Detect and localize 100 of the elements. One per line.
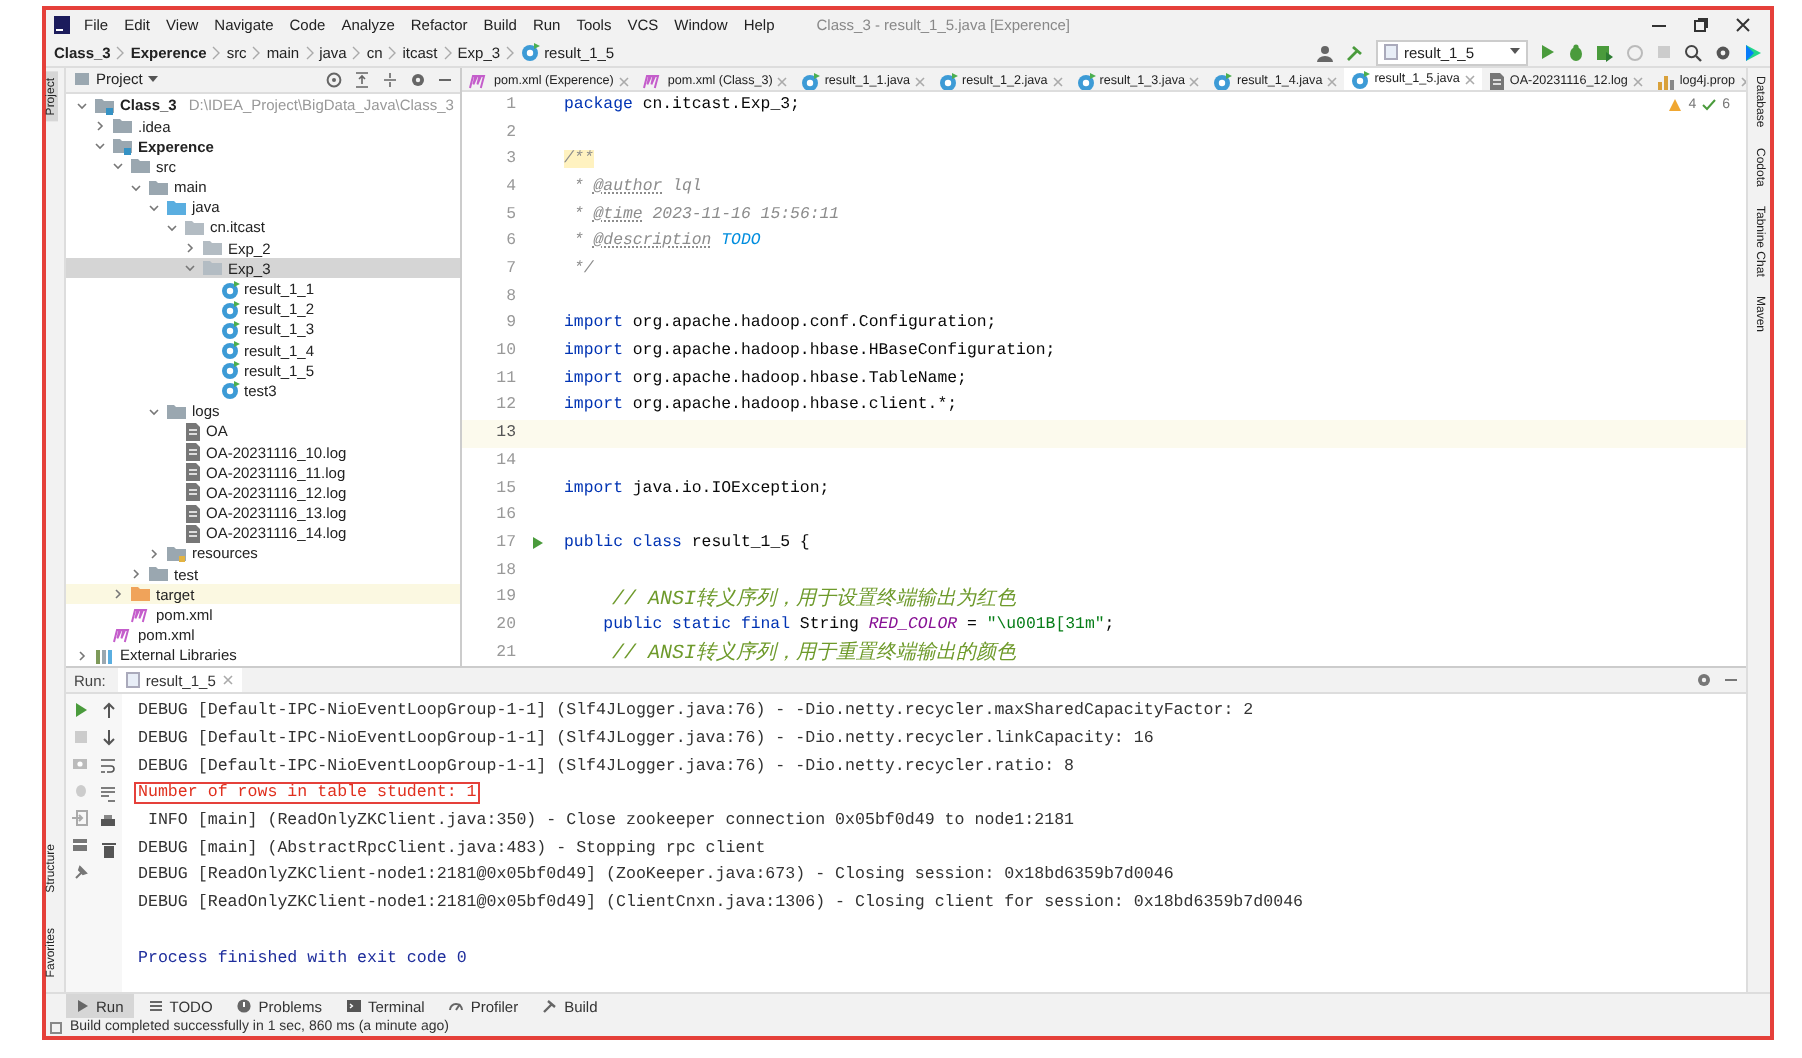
print-icon[interactable]: [100, 814, 116, 830]
chevron-right-icon: [116, 45, 125, 59]
line-number: 2: [504, 121, 518, 146]
plugin-logo-icon[interactable]: [1744, 43, 1762, 61]
console-line: DEBUG [Default-IPC-NioEventLoopGroup-1-1] (Slf4JLogger.java:76) - -Dio.netty.recycler.linkCapacity: 16: [136, 728, 1156, 751]
chevron-right-icon: [212, 45, 221, 59]
file-icon: [125, 672, 140, 688]
caret-icon: [1510, 48, 1520, 56]
maven-file-icon: [468, 72, 490, 90]
folder-icon: [130, 584, 152, 605]
settings-icon[interactable]: [410, 71, 426, 88]
file-icon: [184, 462, 202, 483]
line-number: 10: [494, 340, 518, 365]
scroll-to-end-icon[interactable]: [100, 786, 116, 802]
chevron-down-icon[interactable]: [76, 99, 88, 112]
chevron-right-icon[interactable]: [184, 242, 196, 255]
chevron-right-icon[interactable]: [76, 649, 88, 662]
console-line: DEBUG [main] (AbstractRpcClient.java:483) - Stopping rpc client: [136, 837, 768, 860]
class-icon: [220, 380, 240, 401]
chevron-right-icon: [352, 45, 361, 59]
pin-icon[interactable]: [73, 864, 87, 880]
collapse-all-icon[interactable]: [354, 71, 370, 88]
line-number: 6: [504, 230, 518, 255]
target-icon[interactable]: [326, 71, 342, 88]
module-folder-icon: [112, 136, 134, 157]
chevron-right-icon[interactable]: [148, 547, 160, 560]
chevron-down-icon[interactable]: [112, 160, 124, 173]
chevron-right-icon[interactable]: [112, 588, 124, 601]
chevron-right-icon: [252, 45, 261, 59]
code-line: import java.io.IOException;: [562, 479, 830, 498]
run-gutter-icon[interactable]: [532, 535, 544, 550]
coverage-icon[interactable]: [1596, 43, 1614, 61]
chevron-right-icon: [443, 45, 452, 59]
chevron-down-icon[interactable]: [184, 262, 196, 275]
line-number: 8: [504, 285, 518, 310]
file-icon: [184, 523, 202, 544]
check-icon: [1702, 97, 1717, 112]
code-line: * @author lql: [571, 177, 702, 196]
properties-file-icon: [1655, 71, 1676, 90]
code-line: import org.apache.hadoop.conf.Configuration;: [562, 314, 997, 333]
line-number: 9: [504, 312, 518, 337]
restore-icon[interactable]: [1694, 17, 1708, 31]
terminal-icon: [345, 998, 362, 1014]
file-icon: [184, 421, 202, 442]
up-arrow-icon[interactable]: [101, 702, 115, 718]
hammer-icon: [542, 998, 559, 1014]
search-icon[interactable]: [1684, 43, 1702, 61]
rerun-icon[interactable]: [73, 702, 87, 718]
line-number: 15: [494, 477, 518, 502]
file-icon: [184, 482, 202, 503]
line-number: 5: [504, 203, 518, 228]
chevron-down-icon[interactable]: [166, 221, 178, 234]
code-line: import org.apache.hadoop.hbase.TableName;: [562, 369, 967, 388]
class-icon: [220, 340, 240, 361]
chevron-down-icon[interactable]: [130, 181, 142, 194]
line-number: 19: [494, 586, 518, 611]
console-line: DEBUG [Default-IPC-NioEventLoopGroup-1-1] (Slf4JLogger.java:76) - -Dio.netty.recycler.maxSharedCapacityFactor: 2: [136, 700, 1256, 723]
code-line: public static final String RED_COLOR = "\u001B[31m";: [601, 615, 1115, 634]
settings-icon[interactable]: [1714, 43, 1732, 61]
line-number: 16: [494, 504, 518, 529]
package-folder-icon: [202, 258, 224, 279]
trash-icon[interactable]: [101, 842, 115, 858]
list-icon: [147, 998, 164, 1014]
panel-icon: [74, 72, 90, 87]
code-line: import org.apache.hadoop.hbase.HBaseConfiguration;: [562, 342, 1056, 361]
code-line: package cn.itcast.Exp_3;: [562, 95, 800, 114]
class-icon: [220, 360, 240, 381]
code-line: public class result_1_5 {: [562, 533, 810, 552]
soft-wrap-icon[interactable]: [100, 758, 116, 774]
library-icon: [94, 645, 116, 666]
line-number: 11: [494, 367, 518, 392]
layout-icon[interactable]: [72, 838, 88, 852]
user-icon[interactable]: [1316, 43, 1334, 61]
line-number: 20: [494, 613, 518, 638]
settings-icon[interactable]: [1696, 672, 1712, 688]
down-arrow-icon[interactable]: [101, 730, 115, 746]
app-logo-icon: [54, 15, 70, 33]
code-line: * @description TODO: [571, 232, 761, 251]
line-number: 21: [494, 641, 518, 666]
chevron-down-icon[interactable]: [94, 140, 106, 153]
package-folder-icon: [184, 217, 206, 238]
class-icon: [220, 279, 240, 300]
line-number: 14: [494, 449, 518, 474]
file-icon: [1384, 44, 1398, 60]
chevron-right-icon[interactable]: [94, 120, 106, 133]
expand-all-icon[interactable]: [382, 71, 398, 88]
bug-icon[interactable]: [1568, 43, 1584, 61]
class-icon: [220, 299, 240, 320]
run-icon[interactable]: [1540, 44, 1556, 60]
hammer-icon[interactable]: [1346, 43, 1364, 61]
chevron-down-icon[interactable]: [148, 405, 160, 418]
line-number: 7: [504, 258, 518, 283]
code-line: */: [571, 260, 594, 279]
class-icon: [520, 42, 541, 62]
chevron-down-icon[interactable]: [148, 201, 160, 214]
folder-icon: [166, 197, 188, 218]
caret-icon: [148, 75, 159, 84]
console-line: INFO [main] (ReadOnlyZKClient.java:350) - Close zookeeper connection 0x05bf0d49 to node1:2181: [145, 810, 1077, 833]
chevron-right-icon[interactable]: [130, 568, 142, 581]
close-icon[interactable]: [1736, 17, 1750, 31]
